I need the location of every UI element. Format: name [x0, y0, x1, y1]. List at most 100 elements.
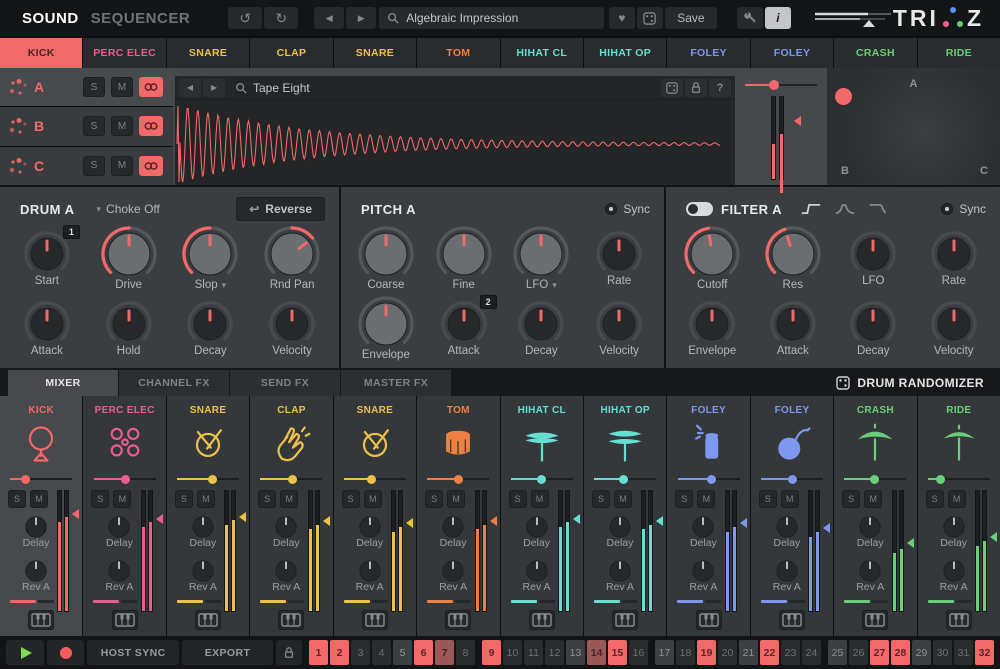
solo-button[interactable]: S — [83, 156, 105, 176]
channel-volume-slider[interactable] — [94, 478, 156, 480]
mute-button[interactable]: M — [280, 490, 298, 508]
track-tab-hihat-op-7[interactable]: HIHAT OP — [584, 38, 666, 68]
meter-marker-icon[interactable] — [485, 516, 497, 526]
channel-volume-slider[interactable] — [344, 478, 406, 480]
lock-sample-button[interactable] — [685, 79, 707, 97]
rev-send-knob[interactable]: Rev A — [759, 558, 815, 593]
link-button[interactable] — [139, 116, 163, 136]
mixer-channel-snare-4[interactable]: SNARESM Delay Rev A — [334, 396, 416, 636]
export-button[interactable]: EXPORT — [182, 640, 273, 665]
delay-send-knob[interactable]: Delay — [258, 514, 314, 549]
rev-send-knob[interactable]: Rev A — [842, 558, 898, 593]
rev-send-knob[interactable]: Rev A — [91, 558, 147, 593]
rate-knob[interactable] — [594, 229, 644, 279]
step-5[interactable]: 5 — [393, 640, 412, 665]
step-13[interactable]: 13 — [566, 640, 585, 665]
mute-button[interactable]: M — [447, 490, 465, 508]
mixer-channel-crash-10[interactable]: CRASHSM Delay Rev A — [834, 396, 916, 636]
host-sync-button[interactable]: HOST SYNC — [87, 640, 178, 665]
step-21[interactable]: 21 — [739, 640, 758, 665]
step-16[interactable]: 16 — [629, 640, 648, 665]
mixer-channel-perc-elec-1[interactable]: PERC ELECSM Delay Rev A — [83, 396, 165, 636]
step-20[interactable]: 20 — [718, 640, 737, 665]
step-32[interactable]: 32 — [975, 640, 994, 665]
track-tab-crash-10[interactable]: CRASH — [834, 38, 916, 68]
rev-send-knob[interactable]: Rev A — [509, 558, 565, 593]
step-23[interactable]: 23 — [781, 640, 800, 665]
mute-button[interactable]: M — [111, 116, 133, 136]
channel-volume-slider[interactable] — [844, 478, 906, 480]
layer-row-a[interactable]: ASM — [0, 68, 173, 106]
random-sample-button[interactable] — [661, 79, 683, 97]
channel-volume-slider[interactable] — [427, 478, 489, 480]
track-tab-snare-4[interactable]: SNARE — [334, 38, 416, 68]
solo-button[interactable]: S — [8, 490, 26, 508]
mixer-channel-tom-5[interactable]: TOMSM Delay Rev A — [417, 396, 499, 636]
settings-button[interactable] — [737, 7, 763, 29]
step-19[interactable]: 19 — [697, 640, 716, 665]
step-8[interactable]: 8 — [456, 640, 475, 665]
channel-volume-slider[interactable] — [761, 478, 823, 480]
attack-knob[interactable] — [768, 299, 818, 349]
waveform-display[interactable] — [175, 100, 733, 184]
track-tab-foley-9[interactable]: FOLEY — [751, 38, 833, 68]
pitch-sync-toggle[interactable]: Sync — [605, 202, 650, 216]
track-tab-ride-11[interactable]: RIDE — [918, 38, 1000, 68]
meter-marker-icon[interactable] — [401, 518, 413, 528]
step-24[interactable]: 24 — [802, 640, 821, 665]
play-button[interactable] — [6, 640, 44, 665]
step-28[interactable]: 28 — [891, 640, 910, 665]
rev-send-knob[interactable]: Rev A — [592, 558, 648, 593]
mute-button[interactable]: M — [531, 490, 549, 508]
mixer-channel-kick-0[interactable]: KICKSM Delay Rev A — [0, 396, 82, 636]
filter-enable-toggle[interactable] — [686, 202, 713, 216]
preset-search-input[interactable]: Algebraic Impression — [379, 7, 604, 29]
favorite-button[interactable]: ♥ — [609, 7, 635, 29]
velocity-knob[interactable] — [594, 299, 644, 349]
undo-button[interactable]: ↺ — [228, 7, 262, 29]
sample-name[interactable]: Tape Eight — [253, 81, 310, 95]
hold-knob[interactable] — [104, 299, 154, 349]
solo-button[interactable]: S — [759, 490, 777, 508]
step-22[interactable]: 22 — [760, 640, 779, 665]
save-button[interactable]: Save — [665, 7, 717, 29]
link-button[interactable] — [139, 156, 163, 176]
info-button[interactable]: i — [765, 7, 791, 29]
keyboard-mapping-button[interactable] — [28, 610, 54, 630]
tab-sound[interactable]: SOUND — [22, 10, 79, 27]
rate-knob[interactable] — [929, 229, 979, 279]
keyboard-mapping-button[interactable] — [445, 610, 471, 630]
decay-knob[interactable] — [848, 299, 898, 349]
solo-button[interactable]: S — [91, 490, 109, 508]
prev-sample-button[interactable]: ◀ — [179, 79, 201, 97]
mute-button[interactable]: M — [111, 156, 133, 176]
mixer-channel-snare-2[interactable]: SNARESM Delay Rev A — [167, 396, 249, 636]
keyboard-mapping-button[interactable] — [612, 610, 638, 630]
random-preset-button[interactable] — [637, 7, 663, 29]
step-3[interactable]: 3 — [351, 640, 370, 665]
tab-sequencer[interactable]: SEQUENCER — [91, 10, 191, 27]
meter-marker-icon[interactable] — [985, 532, 997, 542]
tab-send-fx[interactable]: SEND FX — [230, 370, 340, 396]
decay-knob[interactable] — [516, 299, 566, 349]
layer-row-b[interactable]: BSM — [0, 107, 173, 145]
track-tab-foley-8[interactable]: FOLEY — [667, 38, 749, 68]
filter-sync-toggle[interactable]: Sync — [941, 202, 986, 216]
step-25[interactable]: 25 — [828, 640, 847, 665]
chevron-down-icon[interactable]: ▾ — [222, 280, 227, 291]
step-27[interactable]: 27 — [870, 640, 889, 665]
record-button[interactable] — [47, 640, 85, 665]
keyboard-mapping-button[interactable] — [112, 610, 138, 630]
track-tab-perc-elec-1[interactable]: PERC ELEC — [83, 38, 165, 68]
solo-button[interactable]: S — [425, 490, 443, 508]
meter-marker-icon[interactable] — [151, 514, 163, 524]
channel-volume-slider[interactable] — [928, 478, 990, 480]
next-preset-button[interactable]: ▶ — [346, 7, 376, 29]
keyboard-mapping-button[interactable] — [862, 610, 888, 630]
solo-button[interactable]: S — [258, 490, 276, 508]
delay-send-knob[interactable]: Delay — [342, 514, 398, 549]
step-14[interactable]: 14 — [587, 640, 606, 665]
reverse-button[interactable]: ↩ Reverse — [236, 197, 325, 221]
cutoff-knob[interactable] — [683, 225, 741, 283]
rnd-pan-knob[interactable] — [263, 225, 321, 283]
